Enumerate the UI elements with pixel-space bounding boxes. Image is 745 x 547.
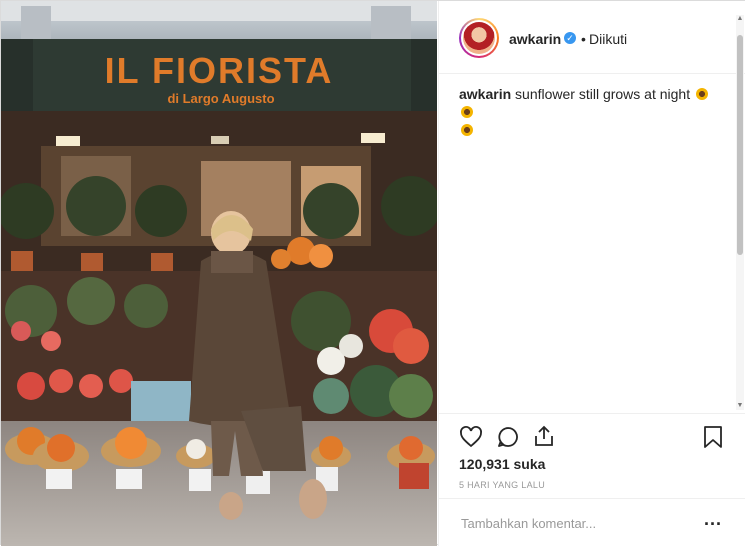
post-timestamp[interactable]: 5 HARI YANG LALU: [459, 480, 545, 490]
instagram-post-window: IL FIORISTA di Largo Augusto awkarin ✓ •…: [0, 0, 745, 546]
sunflower-emoji-icon: [461, 124, 473, 136]
avatar-image: [463, 22, 495, 54]
separator-dot: •: [581, 31, 586, 47]
username-link[interactable]: awkarin: [509, 31, 561, 47]
comments-scrollbar[interactable]: ▲ ▼: [736, 15, 744, 410]
florist-photo: IL FIORISTA di Largo Augusto: [1, 1, 437, 546]
following-button[interactable]: Diikuti: [589, 31, 627, 47]
comment-input[interactable]: [459, 515, 693, 532]
post-photo[interactable]: IL FIORISTA di Largo Augusto: [1, 1, 437, 546]
sign-title: IL FIORISTA: [105, 50, 334, 91]
scroll-down-arrow-icon[interactable]: ▼: [736, 402, 744, 410]
more-options-button[interactable]: ...: [704, 509, 722, 530]
sunflower-emoji-icon: [696, 88, 708, 100]
bookmark-icon[interactable]: [702, 425, 724, 449]
post-caption: awkarin sunflower still grows at night: [459, 85, 719, 139]
scrollbar-thumb[interactable]: [737, 35, 743, 255]
comment-icon[interactable]: [496, 425, 520, 449]
likes-count[interactable]: 120,931 suka: [459, 456, 545, 472]
heart-icon[interactable]: [459, 425, 483, 449]
comment-bar: ...: [439, 498, 745, 547]
sign-subtitle: di Largo Augusto: [167, 91, 274, 106]
sunflower-emoji-icon: [461, 106, 473, 118]
post-header: awkarin ✓ • Diikuti: [439, 1, 745, 74]
share-icon[interactable]: [532, 424, 556, 448]
avatar[interactable]: [459, 18, 499, 58]
verified-badge-icon: ✓: [564, 32, 576, 44]
post-side-panel: awkarin ✓ • Diikuti awkarin sunflower st…: [438, 1, 745, 546]
caption-username[interactable]: awkarin: [459, 86, 511, 102]
scroll-up-arrow-icon[interactable]: ▲: [736, 15, 744, 23]
avatar-ring: [461, 20, 497, 56]
caption-text: sunflower still grows at night: [515, 86, 691, 102]
